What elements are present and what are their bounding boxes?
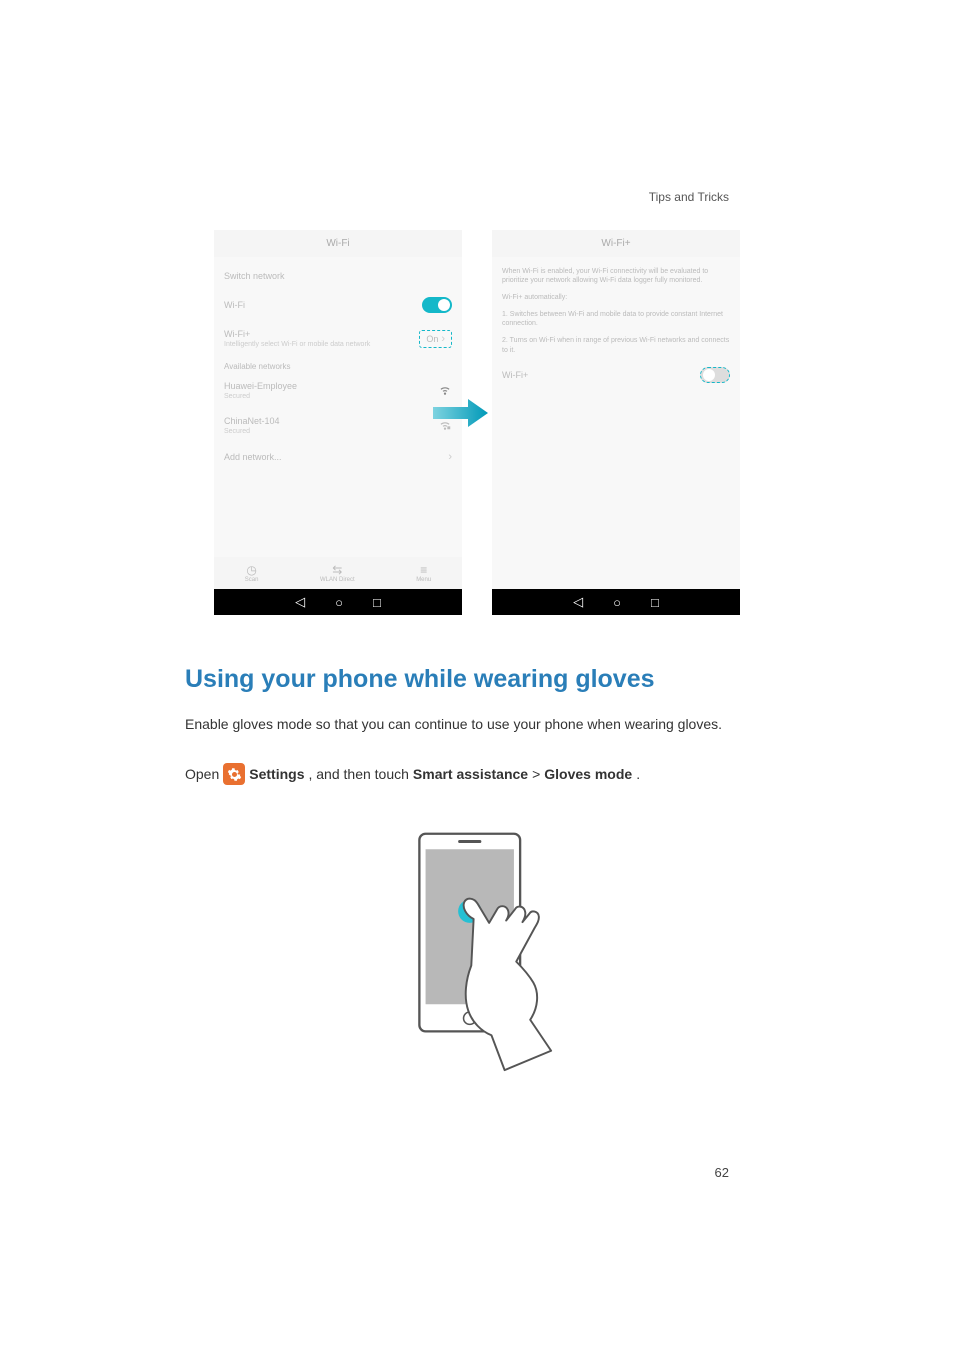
phone-screen-right: Wi-Fi+ When Wi-Fi is enabled, your Wi-Fi… (492, 230, 740, 615)
arrow-between-icon (433, 395, 488, 436)
wifi-plus-toggle-off[interactable] (700, 367, 730, 383)
info-line-4: 2. Turns on Wi-Fi when in range of previ… (502, 332, 730, 358)
wifi-plus-label: Wi-Fi+ (224, 329, 370, 339)
wifi-plus-right-label: Wi-Fi+ (502, 370, 528, 380)
screen-title-left: Wi-Fi (214, 230, 462, 257)
screenshot-row: Wi-Fi Switch network Wi-Fi Wi-Fi+ Intell… (185, 230, 769, 615)
body-paragraph: Enable gloves mode so that you can conti… (185, 714, 769, 735)
scan-icon: ◷ (245, 563, 259, 577)
add-network-label: Add network... (224, 452, 282, 462)
switch-network-row: Switch network (224, 263, 452, 289)
page-number: 62 (715, 1165, 729, 1180)
chevron-right-icon: › (441, 333, 445, 345)
screen-title-right: Wi-Fi+ (492, 230, 740, 257)
network-1-name: Huawei-Employee (224, 381, 297, 391)
wifi-plus-badge-box[interactable]: On › (419, 330, 452, 348)
instruction-middle: , and then touch (308, 766, 408, 782)
menu-icon: ≡ (416, 563, 431, 577)
section-heading: Using your phone while wearing gloves (185, 665, 769, 694)
tab-menu-label: Menu (416, 577, 431, 583)
wifi-plus-toggle-row[interactable]: Wi-Fi+ (502, 359, 730, 391)
wifi-plus-row[interactable]: Wi-Fi+ Intelligently select Wi-Fi or mob… (224, 321, 452, 356)
screen-body-left: Switch network Wi-Fi Wi-Fi+ Intelligentl… (214, 257, 462, 557)
bottom-tabs: ◷ Scan ⇆ WLAN Direct ≡ Menu (214, 557, 462, 589)
back-icon[interactable]: ◁ (295, 594, 305, 610)
network-2-text: ChinaNet-104 Secured (224, 416, 280, 435)
network-2-row[interactable]: ChinaNet-104 Secured (224, 408, 452, 443)
network-1-row[interactable]: Huawei-Employee Secured (224, 373, 452, 408)
recent-icon[interactable]: □ (373, 595, 381, 610)
nav-bar-left: ◁ ○ □ (214, 589, 462, 615)
chevron-right-icon: › (448, 451, 452, 463)
wifi-plus-desc: Intelligently select Wi-Fi or mobile dat… (224, 341, 370, 348)
home-icon[interactable]: ○ (335, 595, 343, 610)
instruction-open: Open (185, 766, 219, 782)
wifi-label: Wi-Fi (224, 300, 245, 310)
instruction-smart-assistance: Smart assistance (413, 766, 528, 782)
header-section: Tips and Tricks (649, 190, 729, 204)
recent-icon[interactable]: □ (651, 595, 659, 610)
add-network-row[interactable]: Add network... › (224, 443, 452, 471)
network-1-sub: Secured (224, 393, 297, 400)
nav-bar-right: ◁ ○ □ (492, 589, 740, 615)
settings-icon (223, 763, 245, 785)
tab-scan-label: Scan (245, 577, 259, 583)
wifi-plus-badge: On (426, 334, 438, 344)
network-2-sub: Secured (224, 428, 280, 435)
tab-menu[interactable]: ≡ Menu (416, 563, 431, 583)
wifi-toggle-row[interactable]: Wi-Fi (224, 289, 452, 321)
network-1-text: Huawei-Employee Secured (224, 381, 297, 400)
instruction-settings: Settings (249, 766, 304, 782)
tab-wlan-direct[interactable]: ⇆ WLAN Direct (320, 563, 355, 583)
instruction-gloves-mode: Gloves mode (544, 766, 632, 782)
glove-phone-svg (400, 815, 555, 1085)
wlan-direct-icon: ⇆ (320, 563, 355, 577)
screen-body-right: When Wi-Fi is enabled, your Wi-Fi connec… (492, 257, 740, 589)
info-line-1: When Wi-Fi is enabled, your Wi-Fi connec… (502, 263, 730, 289)
wifi-plus-text: Wi-Fi+ Intelligently select Wi-Fi or mob… (224, 329, 370, 348)
switch-network-label: Switch network (224, 271, 285, 281)
instruction-gt: > (532, 766, 540, 782)
phone-screen-left: Wi-Fi Switch network Wi-Fi Wi-Fi+ Intell… (214, 230, 462, 615)
info-line-2: Wi-Fi+ automatically: (502, 289, 730, 306)
gloves-illustration (185, 815, 769, 1085)
tab-scan[interactable]: ◷ Scan (245, 563, 259, 583)
instruction-line: Open Settings, and then touch Smart assi… (185, 763, 769, 785)
instruction-end: . (636, 766, 640, 782)
back-icon[interactable]: ◁ (573, 594, 583, 610)
info-line-3: 1. Switches between Wi-Fi and mobile dat… (502, 306, 730, 332)
network-2-name: ChinaNet-104 (224, 416, 280, 426)
wifi-toggle-on[interactable] (422, 297, 452, 313)
available-networks-label: Available networks (224, 356, 452, 373)
tab-wlan-label: WLAN Direct (320, 577, 355, 583)
home-icon[interactable]: ○ (613, 595, 621, 610)
